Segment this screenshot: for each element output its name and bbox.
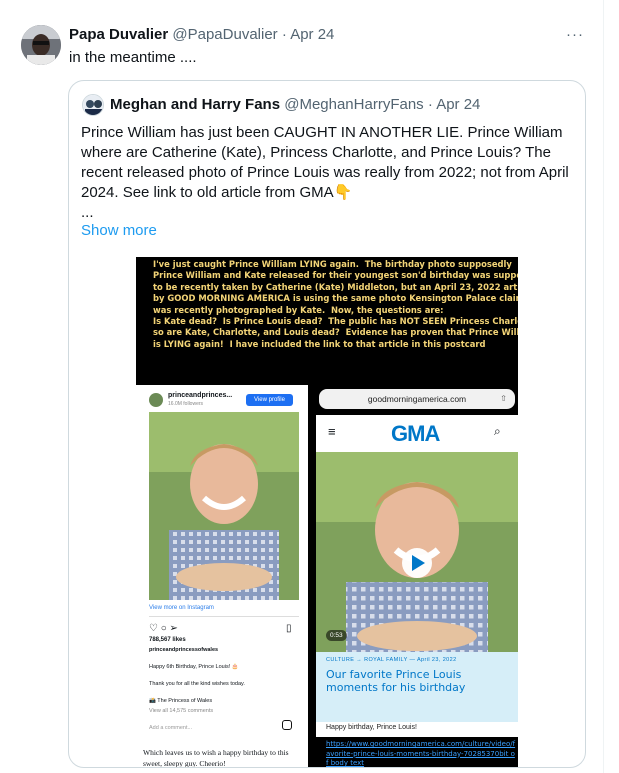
gma-subtext: Happy birthday, Prince Louis! bbox=[326, 724, 417, 731]
gma-screenshot: goodmorningamerica.com ⇧ ≡ GMA ⌕ 0:53 CU… bbox=[316, 385, 518, 767]
tweet-container[interactable]: Papa Duvalier @PapaDuvalier · Apr 24 ···… bbox=[0, 0, 604, 773]
instagram-screenshot: princeandprinces... 16.0M followers View… bbox=[136, 385, 308, 768]
instagram-caption-3: 📸 The Princess of Wales bbox=[149, 698, 213, 704]
search-icon: ⌕ bbox=[494, 424, 501, 438]
instagram-add-comment: Add a comment... bbox=[149, 725, 193, 731]
quoted-text: Prince William has just been CAUGHT IN A… bbox=[81, 124, 569, 201]
gma-headline: Our favorite Prince Louis moments for hi… bbox=[326, 668, 466, 694]
instagram-caption-2: Thank you for all the kind wishes today. bbox=[149, 681, 245, 687]
share-icon: ⇧ bbox=[500, 394, 507, 403]
instagram-caption-1: Happy 6th Birthday, Prince Louis! 🎂 bbox=[149, 664, 239, 670]
quoted-author-avatar[interactable] bbox=[82, 94, 104, 116]
more-options-icon[interactable]: ··· bbox=[566, 26, 584, 43]
instagram-footer-text: Which leaves us to wish a happy birthday… bbox=[143, 748, 289, 768]
author-avatar[interactable] bbox=[21, 25, 61, 65]
instagram-view-more: View more on Instagram bbox=[149, 605, 214, 611]
instagram-photo bbox=[149, 412, 299, 600]
instagram-comments: View all 14,575 comments bbox=[149, 708, 214, 714]
quoted-author-handle[interactable]: @MeghanHarryFans bbox=[284, 96, 423, 113]
tweet-header: Papa Duvalier @PapaDuvalier · Apr 24 bbox=[69, 26, 335, 43]
quoted-header: Meghan and Harry Fans @MeghanHarryFans ·… bbox=[110, 96, 481, 113]
view-profile-button: View profile bbox=[246, 394, 293, 406]
bookmark-icon: ▯ bbox=[286, 623, 292, 634]
quoted-date[interactable]: Apr 24 bbox=[436, 96, 480, 113]
gma-url-bar: goodmorningamerica.com ⇧ bbox=[319, 389, 515, 409]
author-handle[interactable]: @PapaDuvalier bbox=[172, 26, 277, 43]
gma-logo: GMA bbox=[391, 421, 440, 446]
quoted-tweet[interactable]: Meghan and Harry Fans @MeghanHarryFans ·… bbox=[68, 80, 586, 768]
instagram-avatar bbox=[149, 393, 163, 407]
gma-category: CULTURE → ROYAL FAMILY — April 23, 2022 bbox=[326, 657, 457, 663]
video-duration: 0:53 bbox=[326, 630, 347, 641]
gma-subtext-bar: Happy birthday, Prince Louis! bbox=[316, 722, 518, 737]
instagram-icon bbox=[282, 720, 292, 730]
show-more-link[interactable]: Show more bbox=[81, 222, 157, 239]
author-name[interactable]: Papa Duvalier bbox=[69, 26, 168, 43]
menu-icon: ≡ bbox=[328, 424, 336, 439]
gma-video-thumbnail bbox=[316, 452, 518, 652]
instagram-header: princeandprinces... 16.0M followers View… bbox=[149, 391, 299, 411]
tweet-text: in the meantime .... bbox=[69, 49, 197, 66]
instagram-action-icons: ♡ ○ ➢ bbox=[149, 623, 178, 634]
quoted-ellipsis: ... bbox=[81, 204, 94, 221]
instagram-followers: 16.0M followers bbox=[168, 401, 204, 407]
quoted-media-image[interactable]: I've just caught Prince William LYING ag… bbox=[136, 257, 518, 768]
notice-text: I've just caught Prince William LYING ag… bbox=[136, 257, 518, 385]
gma-article-card: CULTURE → ROYAL FAMILY — April 23, 2022 … bbox=[316, 652, 518, 722]
instagram-likes: 788,567 likes bbox=[149, 637, 186, 643]
tweet-date[interactable]: Apr 24 bbox=[290, 26, 334, 43]
gma-article-link: https://www.goodmorningamerica.com/cultu… bbox=[326, 740, 516, 767]
quoted-text-block: Prince William has just been CAUGHT IN A… bbox=[81, 123, 576, 223]
instagram-username: princeandprinces... bbox=[168, 392, 233, 399]
quoted-author-name[interactable]: Meghan and Harry Fans bbox=[110, 96, 280, 113]
gma-url: goodmorningamerica.com bbox=[367, 394, 467, 404]
gma-navbar: ≡ GMA ⌕ bbox=[316, 415, 518, 452]
instagram-account: princeandprincessofwales bbox=[149, 647, 219, 653]
instagram-divider bbox=[149, 616, 299, 617]
notice-body: I've just caught Prince William LYING ag… bbox=[153, 259, 518, 349]
